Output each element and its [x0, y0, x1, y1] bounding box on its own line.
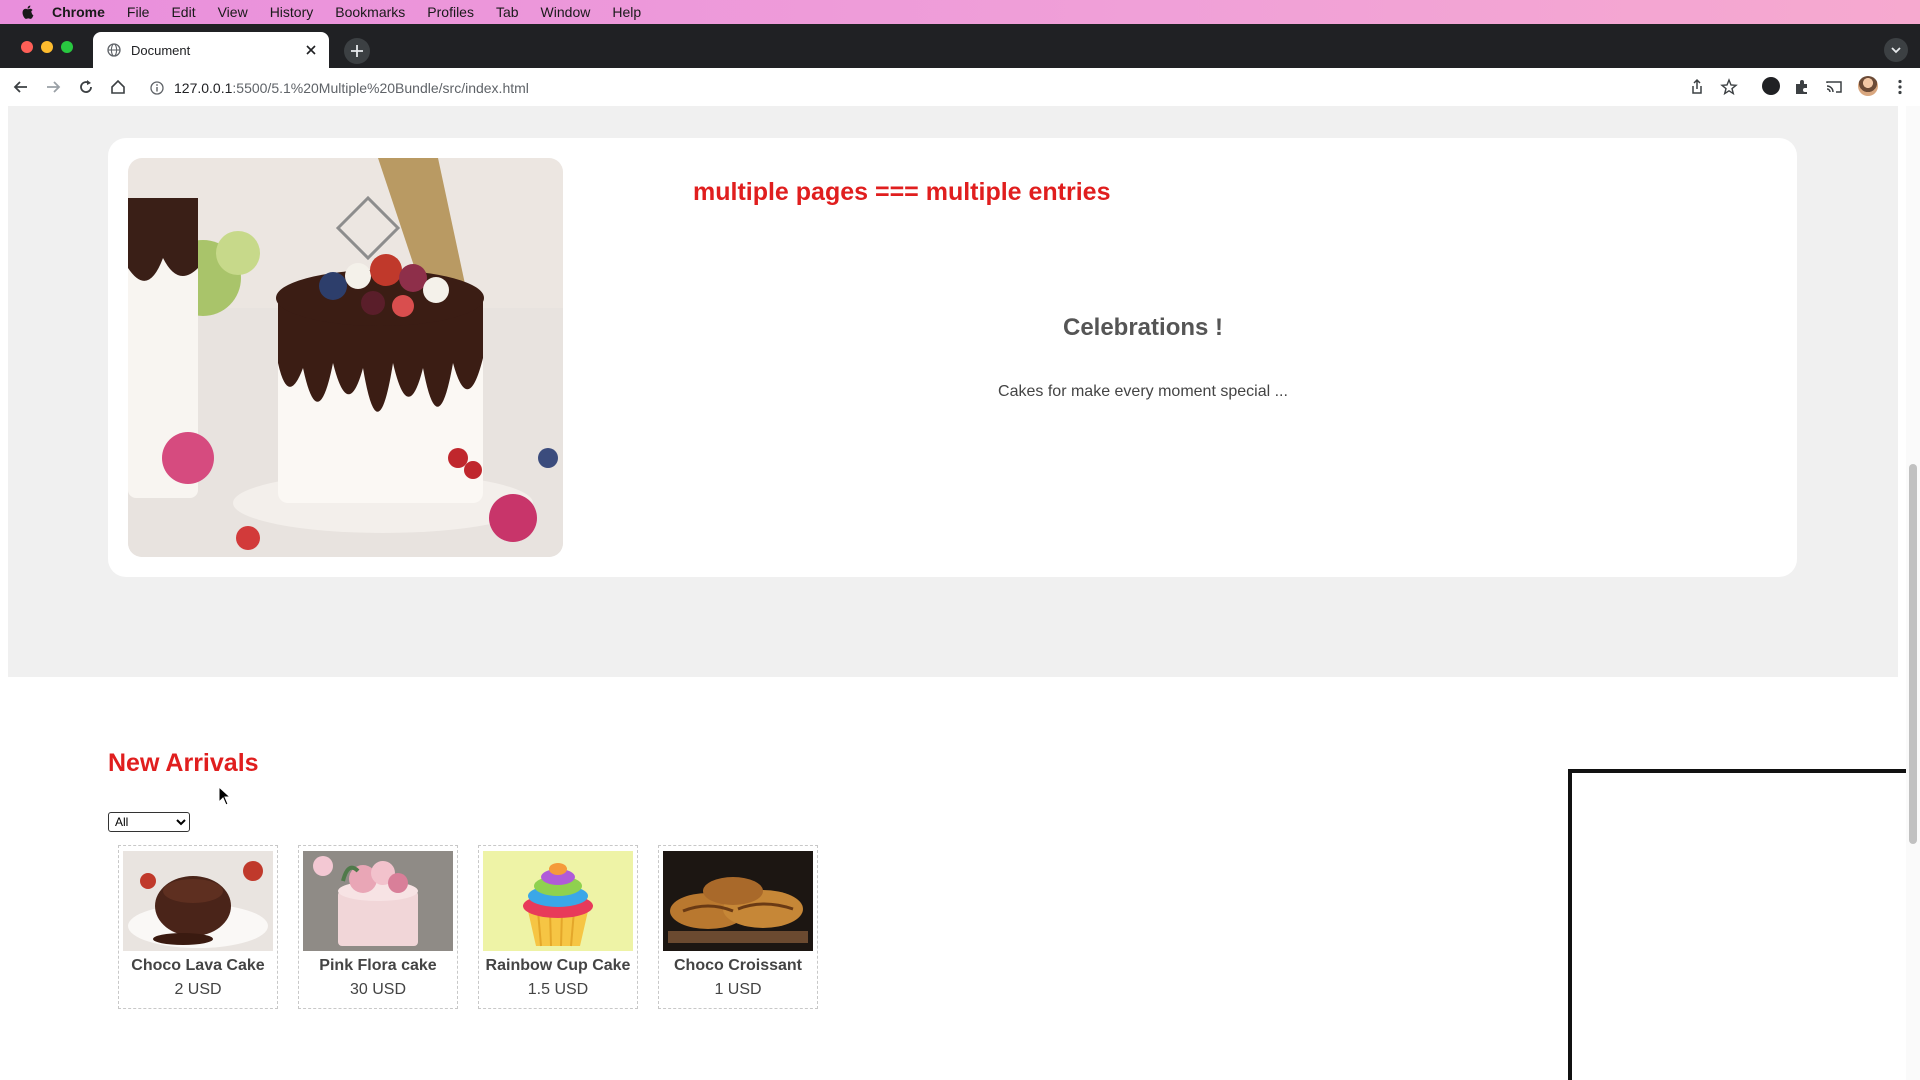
- tab-search-button[interactable]: [1884, 38, 1908, 62]
- bordered-empty-panel: [1568, 769, 1920, 1080]
- bookmark-star-icon[interactable]: [1720, 78, 1738, 96]
- product-card-choco-lava-cake[interactable]: Choco Lava Cake 2 USD: [118, 845, 278, 1009]
- menu-window[interactable]: Window: [541, 4, 591, 20]
- menu-bookmarks[interactable]: Bookmarks: [335, 4, 405, 20]
- browser-toolbar: 127.0.0.1:5500/5.1%20Multiple%20Bundle/s…: [0, 68, 1920, 107]
- page-viewport: multiple pages === multiple entries Cele…: [0, 106, 1920, 1080]
- menu-tab[interactable]: Tab: [496, 4, 519, 20]
- mouse-pointer-icon: [218, 786, 232, 806]
- back-arrow-icon[interactable]: [12, 78, 30, 96]
- hero-card: multiple pages === multiple entries Cele…: [108, 138, 1797, 577]
- product-name: Choco Croissant: [673, 957, 802, 974]
- plus-icon: [351, 45, 363, 57]
- product-image: [483, 851, 633, 951]
- menu-view[interactable]: View: [218, 4, 248, 20]
- apple-icon[interactable]: [20, 4, 36, 20]
- hero-cake-image: [128, 158, 563, 557]
- hero-subtitle: Cakes for make every moment special ...: [998, 383, 1288, 400]
- cast-icon[interactable]: [1825, 78, 1843, 96]
- menu-help[interactable]: Help: [612, 4, 641, 20]
- address-bar[interactable]: 127.0.0.1:5500/5.1%20Multiple%20Bundle/s…: [150, 77, 1650, 99]
- window-minimize-button[interactable]: [41, 41, 53, 53]
- reload-icon[interactable]: [77, 78, 95, 96]
- info-icon[interactable]: [150, 81, 164, 95]
- forward-arrow-icon[interactable]: [44, 78, 62, 96]
- product-card-pink-flora-cake[interactable]: Pink Flora cake 30 USD: [298, 845, 458, 1009]
- product-price: 1 USD: [714, 981, 762, 998]
- hero-title: Celebrations !: [1062, 314, 1224, 341]
- share-icon[interactable]: [1688, 78, 1706, 96]
- product-name: Choco Lava Cake: [131, 957, 265, 974]
- menu-edit[interactable]: Edit: [171, 4, 195, 20]
- menu-file[interactable]: File: [127, 4, 150, 20]
- product-list: Choco Lava Cake 2 USD Pink Flora cake 30…: [118, 845, 818, 1009]
- url-host: 127.0.0.1: [174, 80, 233, 96]
- menu-history[interactable]: History: [270, 4, 314, 20]
- chevron-down-icon: [1891, 47, 1901, 54]
- product-price: 30 USD: [349, 981, 407, 998]
- browser-tab-document[interactable]: Document: [93, 32, 329, 68]
- macos-menu-bar: Chrome File Edit View History Bookmarks …: [0, 0, 1920, 24]
- window-close-button[interactable]: [21, 41, 33, 53]
- product-name: Rainbow Cup Cake: [485, 957, 631, 974]
- menu-profiles[interactable]: Profiles: [427, 4, 474, 20]
- product-image: [663, 851, 813, 951]
- hero-section: multiple pages === multiple entries Cele…: [8, 106, 1898, 677]
- product-card-rainbow-cup-cake[interactable]: Rainbow Cup Cake 1.5 USD: [478, 845, 638, 1009]
- product-image: [303, 851, 453, 951]
- scrollbar-thumb[interactable]: [1909, 464, 1917, 844]
- hero-tagline: multiple pages === multiple entries: [693, 178, 1111, 206]
- browser-tab-strip: Document: [0, 24, 1920, 68]
- home-icon[interactable]: [109, 78, 127, 96]
- vertical-scrollbar[interactable]: [1906, 106, 1920, 1080]
- menu-chrome[interactable]: Chrome: [52, 4, 105, 20]
- puzzle-extensions-icon[interactable]: [1793, 78, 1811, 96]
- tab-title: Document: [131, 42, 191, 58]
- product-price: 2 USD: [174, 981, 222, 998]
- globe-icon: [107, 43, 121, 57]
- window-zoom-button[interactable]: [61, 41, 73, 53]
- product-price: 1.5 USD: [527, 981, 589, 998]
- product-card-choco-croissant[interactable]: Choco Croissant 1 USD: [658, 845, 818, 1009]
- url-path: :5500/5.1%20Multiple%20Bundle/src/index.…: [232, 80, 529, 96]
- extension-k-icon[interactable]: [1762, 77, 1780, 95]
- close-icon[interactable]: [305, 44, 317, 56]
- new-arrivals-heading: New Arrivals: [108, 749, 259, 777]
- category-filter-select[interactable]: All: [108, 812, 190, 832]
- new-tab-button[interactable]: [344, 38, 370, 64]
- product-image: [123, 851, 273, 951]
- profile-avatar[interactable]: [1858, 76, 1878, 96]
- product-name: Pink Flora cake: [319, 957, 437, 974]
- kebab-menu-icon[interactable]: [1891, 78, 1909, 96]
